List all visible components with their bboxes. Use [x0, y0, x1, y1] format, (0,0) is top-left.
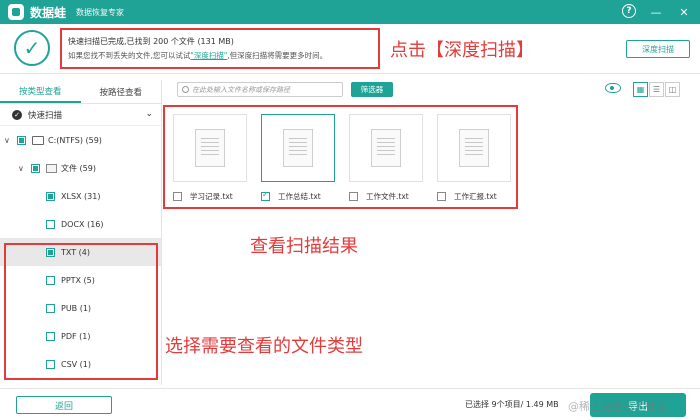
scan-status-box: 快速扫描已完成,已找到 200 个文件 (131 MB) 如果您找不到丢失的文件…	[60, 28, 380, 69]
check-circle-icon: ✓	[12, 109, 22, 120]
annotation-view-results: 查看扫描结果	[250, 236, 358, 257]
file-checkbox[interactable]	[349, 192, 358, 201]
tree-item-type[interactable]: XLSX (31)	[0, 182, 161, 210]
drive-label: C:(NTFS) (59)	[48, 135, 102, 145]
file-thumbnail[interactable]	[437, 114, 511, 182]
help-icon[interactable]: ?	[622, 4, 636, 18]
annotation-click-deep-scan: 点击【深度扫描】	[390, 40, 534, 61]
preview-eye-icon[interactable]	[605, 83, 621, 93]
search-input[interactable]: 在此处输入文件名称或保存路径	[177, 82, 343, 97]
text-file-icon	[459, 129, 489, 167]
folder-label: 文件 (59)	[61, 163, 96, 173]
type-label: DOCX (16)	[61, 219, 104, 229]
search-placeholder: 在此处输入文件名称或保存路径	[192, 85, 290, 94]
app-subtitle: 数据恢复专家	[76, 7, 125, 17]
selection-info: 已选择 9个项目/ 1.49 MB	[465, 400, 559, 409]
tab-by-path[interactable]: 按路径查看	[81, 80, 162, 103]
tab-by-type[interactable]: 按类型查看	[0, 80, 81, 103]
toolbar: 在此处输入文件名称或保存路径 筛选器 ▦ ☰ ◫	[163, 80, 700, 100]
file-checkbox[interactable]	[261, 190, 270, 201]
scan-status-bar: ✓ 快速扫描已完成,已找到 200 个文件 (131 MB) 如果您找不到丢失的…	[0, 24, 700, 74]
deep-scan-link[interactable]: "深度扫描"	[190, 51, 227, 60]
list-view-icon[interactable]: ☰	[649, 82, 664, 97]
type-checkbox[interactable]	[46, 191, 55, 201]
folder-icon	[46, 163, 57, 173]
title-bar: 数据蛙 数据恢复专家 ? — ✕	[0, 0, 700, 24]
view-tabs: 按类型查看 按路径查看	[0, 80, 161, 104]
drive-checkbox[interactable]	[17, 135, 26, 145]
quick-scan-label: 快速扫描	[28, 110, 63, 121]
file-name: 学习记录.txt	[190, 192, 233, 201]
deep-scan-button[interactable]: 深度扫描	[626, 40, 690, 58]
scan-complete-check-icon: ✓	[14, 30, 50, 66]
type-label: XLSX (31)	[61, 191, 101, 201]
app-name: 数据蛙	[30, 5, 67, 20]
file-thumbnail[interactable]	[349, 114, 423, 182]
file-card[interactable]: 学习记录.txt	[173, 114, 247, 204]
annotation-choose-type: 选择需要查看的文件类型	[165, 336, 363, 357]
detail-view-icon[interactable]: ◫	[665, 82, 680, 97]
type-checkbox[interactable]	[46, 219, 55, 229]
back-button[interactable]: 返回	[16, 396, 112, 414]
file-thumbnail[interactable]	[261, 114, 335, 182]
file-checkbox[interactable]	[437, 192, 446, 201]
close-icon[interactable]: ✕	[676, 4, 692, 20]
filter-button[interactable]: 筛选器	[351, 82, 393, 97]
expand-arrow-icon[interactable]: ∨	[4, 136, 14, 145]
app-logo-icon	[8, 4, 24, 20]
tree-item-type[interactable]: DOCX (16)	[0, 210, 161, 238]
folder-checkbox[interactable]	[31, 163, 40, 173]
file-card-selected[interactable]: 工作总结.txt	[261, 114, 335, 204]
expand-arrow-icon[interactable]: ∨	[18, 164, 28, 173]
file-name: 工作总结.txt	[278, 192, 321, 201]
file-card[interactable]: 工作汇报.txt	[437, 114, 511, 204]
text-file-icon	[283, 129, 313, 167]
file-name: 工作汇报.txt	[454, 192, 497, 201]
quick-scan-row[interactable]: ✓ 快速扫描 ⌄	[0, 104, 161, 126]
annotation-box-file-types	[4, 243, 158, 380]
minimize-icon[interactable]: —	[648, 4, 664, 20]
text-file-icon	[371, 129, 401, 167]
file-checkbox[interactable]	[173, 192, 182, 201]
file-card[interactable]: 工作文件.txt	[349, 114, 423, 204]
tree-item-folder[interactable]: ∨ 文件 (59)	[0, 154, 161, 182]
tree-item-drive[interactable]: ∨ C:(NTFS) (59)	[0, 126, 161, 154]
text-file-icon	[195, 129, 225, 167]
file-grid: 学习记录.txt 工作总结.txt 工作文件.txt 工作汇报.txt	[163, 105, 518, 209]
grid-view-icon[interactable]: ▦	[633, 82, 648, 97]
search-icon	[182, 86, 189, 93]
chevron-down-icon[interactable]: ⌄	[145, 109, 153, 119]
watermark: @稀土掘金技术社区	[568, 400, 667, 413]
scan-status-text: 快速扫描已完成,已找到 200 个文件 (131 MB)	[68, 37, 234, 46]
drive-icon	[32, 135, 44, 145]
file-name: 工作文件.txt	[366, 192, 409, 201]
scan-hint-text: 如果您找不到丢失的文件,您可以试试"深度扫描",但深度扫描将需要更多时间。	[68, 51, 328, 60]
file-thumbnail[interactable]	[173, 114, 247, 182]
